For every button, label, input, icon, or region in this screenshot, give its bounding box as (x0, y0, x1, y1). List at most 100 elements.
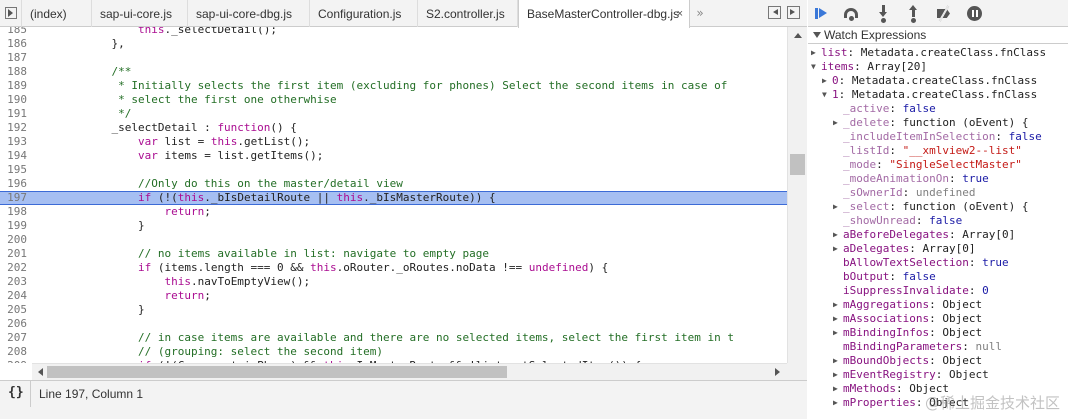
line-number[interactable]: 208 (0, 345, 27, 359)
line-number[interactable]: 193 (0, 135, 27, 149)
line-number[interactable]: 199 (0, 219, 27, 233)
expand-triangle-icon[interactable]: ▶ (833, 396, 843, 410)
code-line[interactable]: 185 this._selectDetail(); (0, 27, 787, 37)
tab-configuration[interactable]: Configuration.js (310, 0, 418, 27)
code-line[interactable]: 205 } (0, 303, 787, 317)
code-line[interactable]: 191 */ (0, 107, 787, 121)
expand-triangle-icon[interactable]: ▶ (833, 116, 843, 130)
close-icon[interactable]: × (677, 0, 683, 28)
line-number[interactable]: 209 (0, 359, 27, 363)
watch-tree-item[interactable]: ▶ _select: function (oEvent) { (833, 200, 1028, 214)
step-over-icon[interactable] (842, 4, 862, 23)
code-line[interactable]: 204 return; (0, 289, 787, 303)
expand-triangle-icon[interactable]: ▶ (833, 354, 843, 368)
watch-expressions-header[interactable]: Watch Expressions (808, 27, 1068, 44)
line-number[interactable]: 197 (0, 192, 27, 204)
tab-index[interactable]: (index) (22, 0, 92, 27)
watch-tree-item[interactable]: _modeAnimationOn: true (833, 172, 989, 186)
pause-on-exceptions-icon[interactable] (965, 4, 985, 23)
code-line[interactable]: 203 this.navToEmptyView(); (0, 275, 787, 289)
watch-tree-item[interactable]: ▶ mEventRegistry: Object (833, 368, 989, 382)
tab-sap-ui-core-dbg[interactable]: sap-ui-core-dbg.js (188, 0, 310, 27)
expand-triangle-icon[interactable]: ▶ (833, 200, 843, 214)
code-line[interactable]: 207 // in case items are available and t… (0, 331, 787, 345)
code-line[interactable]: 188 /** (0, 65, 787, 79)
line-number[interactable]: 206 (0, 317, 27, 331)
code-line[interactable]: 193 var list = this.getList(); (0, 135, 787, 149)
expand-triangle-icon[interactable]: ▶ (833, 242, 843, 256)
watch-tree-item[interactable]: _includeItemInSelection: false (833, 130, 1042, 144)
line-number[interactable]: 202 (0, 261, 27, 275)
watch-tree-item[interactable]: ▶ aBeforeDelegates: Array[0] (833, 228, 1015, 242)
tab-base-master-controller[interactable]: BaseMasterController-dbg.js × (518, 0, 690, 28)
code-line[interactable]: 200 (0, 233, 787, 247)
line-number[interactable]: 191 (0, 107, 27, 121)
code-line[interactable]: 199 } (0, 219, 787, 233)
tab-overflow-icon[interactable]: » (692, 0, 708, 27)
step-out-icon[interactable] (904, 4, 924, 23)
watch-tree-item[interactable]: ▶ list: Metadata.createClass.fnClass (811, 46, 1046, 60)
code-line[interactable]: 197 if (!(this._bIsDetailRoute || this._… (0, 191, 787, 205)
watch-tree-item[interactable]: mBindingParameters: null (833, 340, 1002, 354)
line-number[interactable]: 207 (0, 331, 27, 345)
expand-triangle-icon[interactable]: ▶ (833, 382, 843, 396)
collapse-triangle-icon[interactable]: ▼ (811, 60, 821, 74)
scroll-up-icon[interactable] (794, 33, 802, 38)
line-number[interactable]: 196 (0, 177, 27, 191)
code-line[interactable]: 194 var items = list.getItems(); (0, 149, 787, 163)
navigator-toggle-icon[interactable] (0, 0, 22, 27)
line-number[interactable]: 195 (0, 163, 27, 177)
watch-tree-item[interactable]: _showUnread: false (833, 214, 962, 228)
watch-tree-item[interactable]: ▼ 1: Metadata.createClass.fnClass (822, 88, 1037, 102)
scroll-left-icon[interactable] (38, 368, 43, 376)
watch-tree-item[interactable]: ▶ 0: Metadata.createClass.fnClass (822, 74, 1037, 88)
toggle-left-sidebar-icon[interactable] (768, 6, 781, 19)
code-line[interactable]: 192 _selectDetail : function() { (0, 121, 787, 135)
line-number[interactable]: 192 (0, 121, 27, 135)
deactivate-breakpoints-icon[interactable] (934, 4, 954, 23)
step-into-icon[interactable] (874, 4, 894, 23)
watch-tree-item[interactable]: ▶ mAggregations: Object (833, 298, 982, 312)
horizontal-scrollbar[interactable] (32, 363, 787, 380)
tab-sap-ui-core[interactable]: sap-ui-core.js (92, 0, 188, 27)
line-number[interactable]: 204 (0, 289, 27, 303)
expand-triangle-icon[interactable]: ▶ (822, 74, 832, 88)
code-line[interactable]: 195 (0, 163, 787, 177)
vertical-scrollbar[interactable] (787, 27, 807, 363)
line-number[interactable]: 185 (0, 27, 27, 37)
watch-tree-item[interactable]: bOutput: false (833, 270, 936, 284)
watch-tree-item[interactable]: ▶ mBoundObjects: Object (833, 354, 982, 368)
watch-tree-item[interactable]: _listId: "__xmlview2--list" (833, 144, 1022, 158)
line-number[interactable]: 201 (0, 247, 27, 261)
code-line[interactable]: 201 // no items available in list: navig… (0, 247, 787, 261)
watch-tree-item[interactable]: _active: false (833, 102, 936, 116)
line-number[interactable]: 187 (0, 51, 27, 65)
code-line[interactable]: 187 (0, 51, 787, 65)
expand-triangle-icon[interactable]: ▶ (833, 312, 843, 326)
scrollbar-thumb[interactable] (790, 154, 805, 175)
expand-triangle-icon[interactable]: ▶ (811, 46, 821, 60)
line-number[interactable]: 198 (0, 205, 27, 219)
code-editor[interactable]: 185 this._selectDetail(); 186 }, 187 188 /*… (0, 27, 787, 363)
watch-tree-item[interactable]: _sOwnerId: undefined (833, 186, 975, 200)
watch-tree-item[interactable]: bAllowTextSelection: true (833, 256, 1009, 270)
resume-icon[interactable] (812, 4, 832, 23)
watch-tree-item[interactable]: _mode: "SingleSelectMaster" (833, 158, 1022, 172)
pretty-print-icon[interactable]: {} (8, 385, 24, 400)
code-line[interactable]: 208 // (grouping: select the second item… (0, 345, 787, 359)
expand-triangle-icon[interactable]: ▶ (833, 228, 843, 242)
collapse-triangle-icon[interactable]: ▼ (822, 88, 832, 102)
watch-tree-item[interactable]: iSuppressInvalidate: 0 (833, 284, 989, 298)
line-number[interactable]: 194 (0, 149, 27, 163)
watch-tree-item[interactable]: ▶ aDelegates: Array[0] (833, 242, 975, 256)
code-line[interactable]: 196 //Only do this on the master/detail … (0, 177, 787, 191)
scrollbar-thumb[interactable] (47, 366, 507, 378)
line-number[interactable]: 205 (0, 303, 27, 317)
line-number[interactable]: 189 (0, 79, 27, 93)
code-line[interactable]: 202 if (items.length === 0 && this.oRout… (0, 261, 787, 275)
line-number[interactable]: 203 (0, 275, 27, 289)
expand-triangle-icon[interactable]: ▶ (833, 368, 843, 382)
watch-tree-item[interactable]: ▶ mAssociations: Object (833, 312, 982, 326)
code-line[interactable]: 198 return; (0, 205, 787, 219)
line-number[interactable]: 186 (0, 37, 27, 51)
